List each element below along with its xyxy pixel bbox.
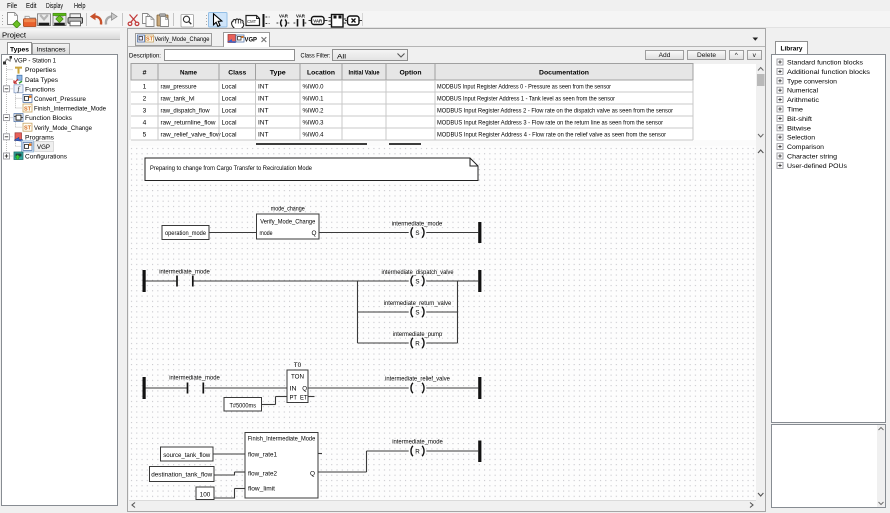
svg-text:Initial Value: Initial Value	[349, 70, 380, 77]
svg-text:Location: Location	[307, 70, 335, 77]
svg-text:Selection: Selection	[787, 134, 815, 141]
svg-text:raw_returnline_flow: raw_returnline_flow	[161, 120, 216, 127]
svg-text:%IW0.3: %IW0.3	[303, 120, 324, 127]
svg-text:raw_dispatch_flow: raw_dispatch_flow	[161, 108, 210, 115]
svg-text:INT: INT	[258, 132, 269, 139]
svg-text:Instances: Instances	[37, 47, 67, 54]
svg-text:INT: INT	[258, 96, 269, 103]
svg-text:MODBUS Input Register Address: MODBUS Input Register Address 1 - Tank l…	[437, 96, 616, 103]
svg-text:Option: Option	[400, 70, 422, 77]
svg-text:#: #	[143, 70, 147, 77]
svg-text:Numerical: Numerical	[787, 87, 819, 94]
svg-text:5: 5	[143, 132, 147, 139]
svg-text:INT: INT	[258, 120, 269, 127]
svg-text:1: 1	[143, 84, 147, 91]
svg-text:%IW0.2: %IW0.2	[303, 108, 324, 115]
svg-text:Name: Name	[180, 70, 197, 77]
svg-text:Comparison: Comparison	[787, 144, 824, 151]
svg-text:Functions: Functions	[25, 86, 56, 93]
svg-text:%IW0.1: %IW0.1	[303, 96, 324, 103]
svg-text:Additional function blocks: Additional function blocks	[787, 68, 871, 75]
svg-text:Finish_Intermediate_Mode: Finish_Intermediate_Mode	[34, 105, 106, 112]
svg-text:2: 2	[143, 96, 147, 103]
svg-text:Time: Time	[787, 106, 803, 113]
svg-text:Verify_Mode_Change: Verify_Mode_Change	[34, 124, 92, 131]
svg-text:3: 3	[143, 108, 147, 115]
svg-text:ST: ST	[24, 125, 32, 131]
svg-text:MODBUS Input Register Address: MODBUS Input Register Address 0 - Pressu…	[437, 84, 612, 91]
svg-text:Class Filter:: Class Filter:	[301, 53, 331, 60]
svg-text:Local: Local	[222, 108, 238, 115]
svg-text:MODBUS Input Register Address: MODBUS Input Register Address 2 - Flow r…	[437, 108, 674, 115]
svg-text:raw_pressure: raw_pressure	[161, 84, 197, 91]
svg-text:Types: Types	[10, 47, 29, 54]
svg-text:raw_tank_lvl: raw_tank_lvl	[161, 96, 195, 103]
svg-text:Local: Local	[222, 132, 238, 139]
svg-text:Arithmetic: Arithmetic	[787, 97, 820, 104]
svg-text:Programs: Programs	[25, 134, 55, 141]
svg-text:%IW0.4: %IW0.4	[303, 132, 324, 139]
svg-text:ST: ST	[146, 37, 154, 43]
svg-text:Local: Local	[222, 84, 238, 91]
svg-text:Description:: Description:	[129, 53, 161, 60]
svg-text:INT: INT	[258, 108, 269, 115]
svg-text:INT: INT	[258, 84, 269, 91]
svg-text:Bit-shift: Bit-shift	[787, 115, 812, 122]
svg-text:Convert_Pressure: Convert_Pressure	[34, 96, 86, 103]
svg-text:Bitwise: Bitwise	[787, 125, 811, 132]
svg-text:Configurations: Configurations	[25, 153, 68, 160]
svg-text:VGP: VGP	[37, 144, 50, 151]
svg-text:Documentation: Documentation	[539, 70, 589, 77]
svg-text:Properties: Properties	[25, 67, 57, 74]
svg-text:User-defined POUs: User-defined POUs	[787, 162, 848, 169]
svg-text:Type conversion: Type conversion	[787, 78, 837, 85]
svg-text:Character string: Character string	[787, 153, 837, 160]
svg-text:Library: Library	[781, 46, 803, 53]
svg-text:ST: ST	[24, 106, 32, 112]
svg-text:MODBUS Input Register Address: MODBUS Input Register Address 4 - Flow r…	[437, 132, 667, 139]
svg-text:Local: Local	[222, 120, 238, 127]
svg-text:Type: Type	[270, 70, 286, 77]
svg-text:MODBUS Input Register Address: MODBUS Input Register Address 3 - Flow r…	[437, 120, 664, 127]
svg-text:Class: Class	[228, 70, 246, 77]
svg-text:4: 4	[143, 120, 147, 127]
svg-text:Function Blocks: Function Blocks	[25, 115, 73, 122]
svg-text:%IW0.0: %IW0.0	[303, 84, 324, 91]
svg-text:All: All	[337, 53, 347, 60]
svg-text:VGP - Station 1: VGP - Station 1	[14, 57, 56, 64]
svg-text:Local: Local	[222, 96, 238, 103]
svg-text:VGP: VGP	[245, 36, 258, 43]
svg-text:raw_relief_valve_flow: raw_relief_valve_flow	[161, 132, 221, 139]
svg-text:Standard function blocks: Standard function blocks	[787, 59, 864, 66]
svg-text:Data Types: Data Types	[25, 76, 59, 83]
svg-text:Verify_Mode_Change: Verify_Mode_Change	[155, 36, 210, 43]
